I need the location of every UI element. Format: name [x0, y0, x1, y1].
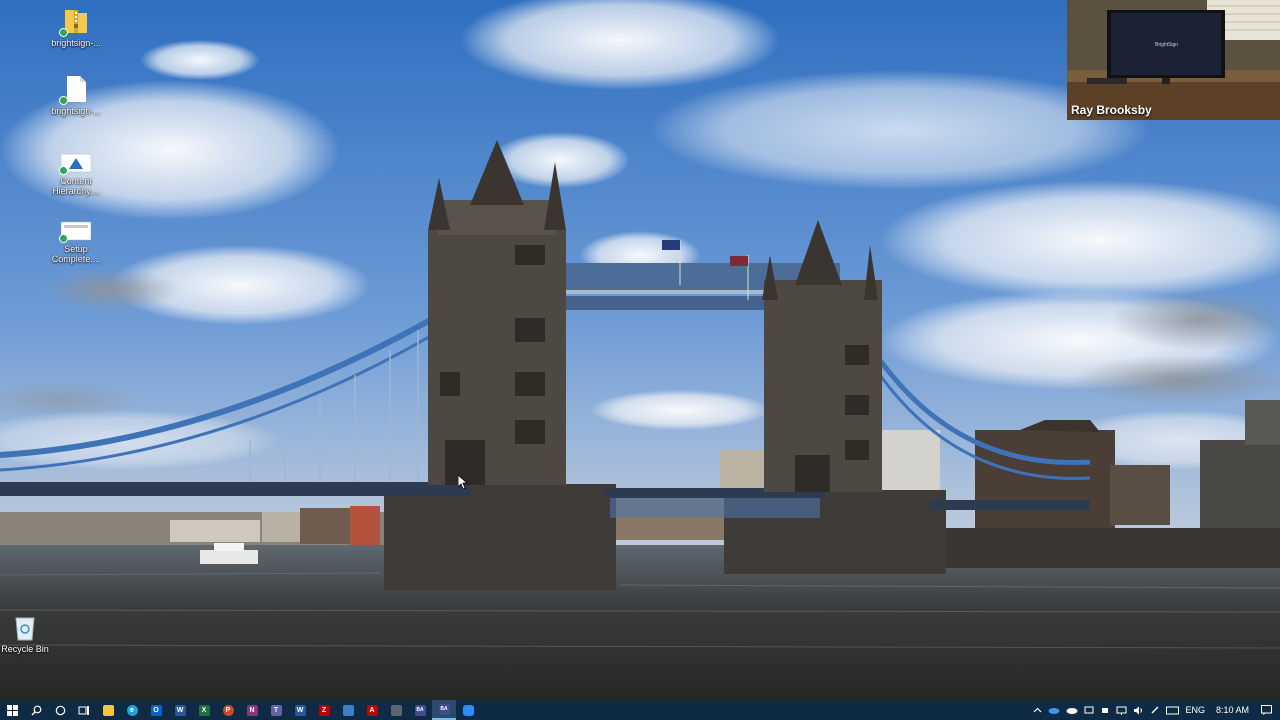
edge-icon: e	[126, 704, 138, 716]
excel-icon: X	[198, 704, 210, 716]
usb-icon	[1102, 707, 1109, 713]
device-tray-button[interactable]	[1081, 700, 1097, 720]
taskbar-app-filezilla[interactable]: Z	[312, 700, 336, 720]
text-file-icon	[59, 74, 91, 105]
taskbar-app-word-2[interactable]: W	[288, 700, 312, 720]
word-icon: W	[294, 704, 306, 716]
desktop-icon-label: Setup Complete....	[51, 244, 101, 264]
pen-tray-button[interactable]	[1147, 700, 1163, 720]
device-icon	[1084, 706, 1094, 713]
webcam-video-tile[interactable]: BrightSign Ray Brooksby	[1067, 0, 1280, 120]
document-image-icon	[59, 152, 92, 175]
taskbar: e O W X P N T W Z A BA BA ENG 8:10 AM	[0, 700, 1280, 720]
sync-status-icon	[59, 28, 68, 37]
desktop-icon-label: Content Hierarchy....	[52, 176, 100, 196]
powerpoint-icon: P	[222, 704, 234, 716]
brightauthor-icon: BA	[438, 703, 450, 715]
taskbar-app-edge[interactable]: e	[120, 700, 144, 720]
volume-tray-button[interactable]	[1130, 700, 1147, 720]
taskbar-app-powerpoint[interactable]: P	[216, 700, 240, 720]
search-icon	[31, 705, 41, 715]
taskbar-app-acrobat[interactable]: A	[360, 700, 384, 720]
word-icon: W	[174, 704, 186, 716]
action-center-button[interactable]	[1257, 700, 1280, 720]
desktop-icon-label: Recycle Bin	[1, 644, 49, 654]
taskbar-app-file-explorer[interactable]	[96, 700, 120, 720]
speaker-icon	[1134, 706, 1143, 714]
mouse-cursor-icon	[457, 474, 469, 494]
desktop-icon-brightsign-zip[interactable]: brightsign-...	[36, 6, 116, 48]
cortana-button[interactable]	[48, 700, 72, 720]
file-explorer-icon	[102, 704, 114, 716]
usb-tray-button[interactable]	[1097, 700, 1113, 720]
onedrive-cloud-icon	[1048, 708, 1060, 714]
participant-name: Ray Brooksby	[1071, 103, 1152, 117]
network-tray-button[interactable]	[1113, 700, 1130, 720]
filezilla-icon: Z	[318, 704, 330, 716]
windows-logo-icon	[6, 704, 18, 716]
search-button[interactable]	[24, 700, 48, 720]
pen-icon	[1151, 706, 1159, 714]
acrobat-icon: A	[366, 704, 378, 716]
taskbar-app-onenote[interactable]: N	[240, 700, 264, 720]
sync-status-icon	[59, 234, 68, 243]
taskbar-app-brightauthor-active[interactable]: BA	[432, 700, 456, 720]
taskbar-app-brightauthor[interactable]: BA	[408, 700, 432, 720]
brightauthor-icon: BA	[414, 704, 426, 716]
teams-icon: T	[270, 704, 282, 716]
taskbar-app-excel[interactable]: X	[192, 700, 216, 720]
notification-icon	[1261, 705, 1272, 715]
onedrive-personal-tray-button[interactable]	[1063, 700, 1081, 720]
desktop-icon-label: brightsign-...	[51, 106, 101, 116]
sync-status-icon	[59, 96, 68, 105]
start-button[interactable]	[0, 700, 24, 720]
desktop-icon-content-hierarchy[interactable]: Content Hierarchy....	[36, 152, 116, 196]
cloud-icon	[1066, 708, 1078, 714]
sync-status-icon	[59, 166, 68, 175]
desktop-icon-recycle-bin[interactable]: Recycle Bin	[0, 612, 65, 654]
chevron-up-icon	[1034, 707, 1042, 713]
taskbar-app-outlook[interactable]: O	[144, 700, 168, 720]
recycle-bin-icon	[10, 612, 40, 642]
keyboard-icon	[1166, 706, 1180, 714]
input-language-button[interactable]: ENG	[1182, 700, 1208, 720]
task-view-button[interactable]	[72, 700, 96, 720]
task-view-icon	[78, 705, 89, 715]
taskbar-app-blue[interactable]	[336, 700, 360, 720]
app-window-icon	[390, 704, 402, 716]
webcam-video-feed	[1067, 0, 1280, 120]
taskbar-app-zoom[interactable]	[456, 700, 480, 720]
onedrive-tray-button[interactable]	[1045, 700, 1063, 720]
touch-keyboard-button[interactable]	[1163, 700, 1182, 720]
app-window-icon	[342, 704, 354, 716]
system-tray: ENG 8:10 AM	[1030, 700, 1280, 720]
zip-folder-icon	[59, 6, 91, 37]
webcam-screen-logo: BrightSign	[1155, 42, 1179, 48]
taskbar-clock[interactable]: 8:10 AM	[1208, 700, 1257, 720]
taskbar-app-gray[interactable]	[384, 700, 408, 720]
taskbar-app-teams[interactable]: T	[264, 700, 288, 720]
taskbar-app-word[interactable]: W	[168, 700, 192, 720]
cortana-icon	[55, 705, 65, 715]
zoom-icon	[462, 704, 474, 716]
show-hidden-icons-button[interactable]	[1030, 700, 1045, 720]
onenote-icon: N	[246, 704, 258, 716]
desktop-icon-setup-complete[interactable]: Setup Complete....	[36, 220, 116, 264]
document-image-icon	[59, 220, 92, 243]
desktop-icon-label: brightsign-...	[51, 38, 101, 48]
desktop-icon-brightsign-file[interactable]: brightsign-...	[36, 74, 116, 116]
network-icon	[1116, 706, 1127, 715]
outlook-icon: O	[150, 704, 162, 716]
